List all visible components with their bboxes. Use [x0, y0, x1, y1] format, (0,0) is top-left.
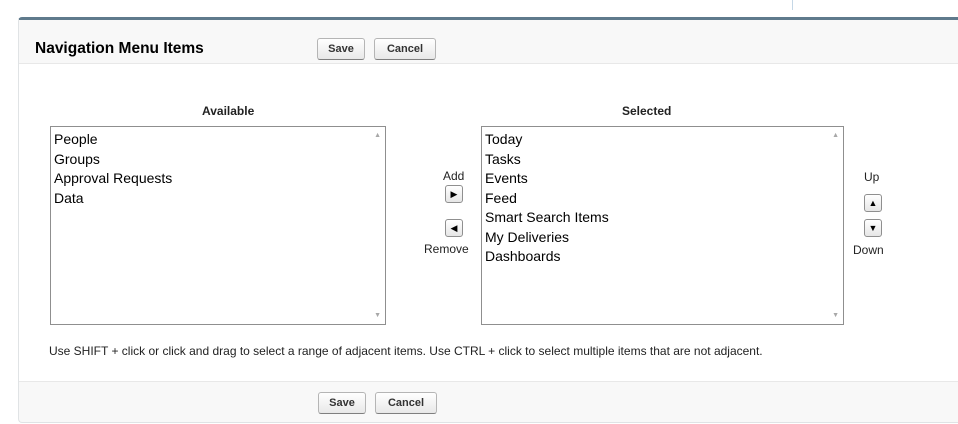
top-divider-line [792, 0, 793, 10]
arrow-up-icon: ▲ [868, 198, 878, 208]
save-button-top[interactable]: Save [317, 38, 365, 60]
selection-help-text: Use SHIFT + click or click and drag to s… [49, 344, 763, 358]
add-button[interactable]: ▶ [445, 185, 463, 203]
cancel-button-top[interactable]: Cancel [374, 38, 436, 60]
available-item-people[interactable]: People [54, 130, 172, 150]
remove-button[interactable]: ◀ [445, 219, 463, 237]
available-scrollbar[interactable]: ▲ ▼ [368, 127, 385, 324]
selected-item-smart-search-items[interactable]: Smart Search Items [485, 208, 609, 228]
selected-item-feed[interactable]: Feed [485, 189, 609, 209]
up-label: Up [864, 170, 880, 184]
selected-item-tasks[interactable]: Tasks [485, 150, 609, 170]
available-label: Available [202, 104, 255, 118]
move-up-button[interactable]: ▲ [864, 194, 882, 212]
selected-items: Today Tasks Events Feed Smart Search Ite… [485, 130, 609, 267]
available-item-groups[interactable]: Groups [54, 150, 172, 170]
panel-body: Available Selected People Groups Approva… [19, 63, 958, 382]
available-listbox[interactable]: People Groups Approval Requests Data ▲ ▼ [50, 126, 386, 325]
down-label: Down [853, 243, 884, 257]
selected-item-events[interactable]: Events [485, 169, 609, 189]
scroll-up-arrow-icon[interactable]: ▲ [374, 132, 381, 140]
selected-label: Selected [622, 104, 672, 118]
save-button-bottom[interactable]: Save [318, 392, 366, 414]
selected-scrollbar[interactable]: ▲ ▼ [826, 127, 843, 324]
scroll-down-arrow-icon[interactable]: ▼ [832, 312, 839, 320]
selected-item-today[interactable]: Today [485, 130, 609, 150]
move-down-button[interactable]: ▼ [864, 219, 882, 237]
selected-item-my-deliveries[interactable]: My Deliveries [485, 228, 609, 248]
selected-listbox[interactable]: Today Tasks Events Feed Smart Search Ite… [481, 126, 844, 325]
add-label: Add [443, 169, 465, 183]
available-items: People Groups Approval Requests Data [54, 130, 172, 208]
arrow-right-icon: ▶ [450, 189, 458, 199]
arrow-left-icon: ◀ [450, 223, 458, 233]
panel-header: Navigation Menu Items Save Cancel [19, 20, 958, 63]
scroll-down-arrow-icon[interactable]: ▼ [374, 312, 381, 320]
scroll-up-arrow-icon[interactable]: ▲ [832, 132, 839, 140]
panel-title: Navigation Menu Items [35, 40, 204, 57]
available-item-approval-requests[interactable]: Approval Requests [54, 169, 172, 189]
selected-item-dashboards[interactable]: Dashboards [485, 247, 609, 267]
cancel-button-bottom[interactable]: Cancel [375, 392, 437, 414]
remove-label: Remove [424, 242, 469, 256]
arrow-down-icon: ▼ [868, 223, 878, 233]
available-item-data[interactable]: Data [54, 189, 172, 209]
navigation-menu-items-panel: Navigation Menu Items Save Cancel Availa… [18, 17, 958, 423]
